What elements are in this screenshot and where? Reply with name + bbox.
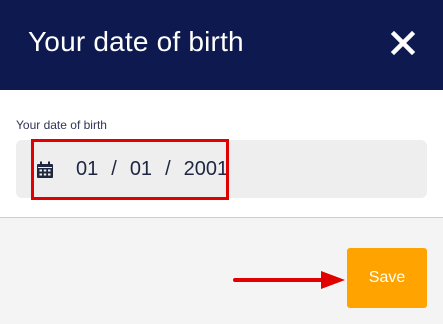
calendar-icon[interactable] [36,161,54,179]
date-of-birth-label: Your date of birth [16,118,107,132]
date-year-segment[interactable]: 2001 [183,158,230,181]
date-month-segment[interactable]: 01 [75,158,99,181]
modal-body: Your date of birth 01 / 01 / 2001 [0,90,443,218]
modal-footer: Save [0,219,443,324]
annotation-arrow-icon [233,271,345,289]
save-button[interactable]: Save [347,248,427,308]
modal-title: Your date of birth [28,26,244,57]
date-separator: / [165,158,171,180]
date-value[interactable]: 01 / 01 / 2001 [75,158,229,181]
date-separator: / [111,158,117,180]
date-of-birth-modal: Your date of birth Your date of birth 01… [0,0,443,324]
modal-header: Your date of birth [0,0,443,90]
date-day-segment[interactable]: 01 [129,158,153,181]
date-of-birth-field[interactable]: 01 / 01 / 2001 [16,140,427,198]
close-icon[interactable] [390,30,416,56]
